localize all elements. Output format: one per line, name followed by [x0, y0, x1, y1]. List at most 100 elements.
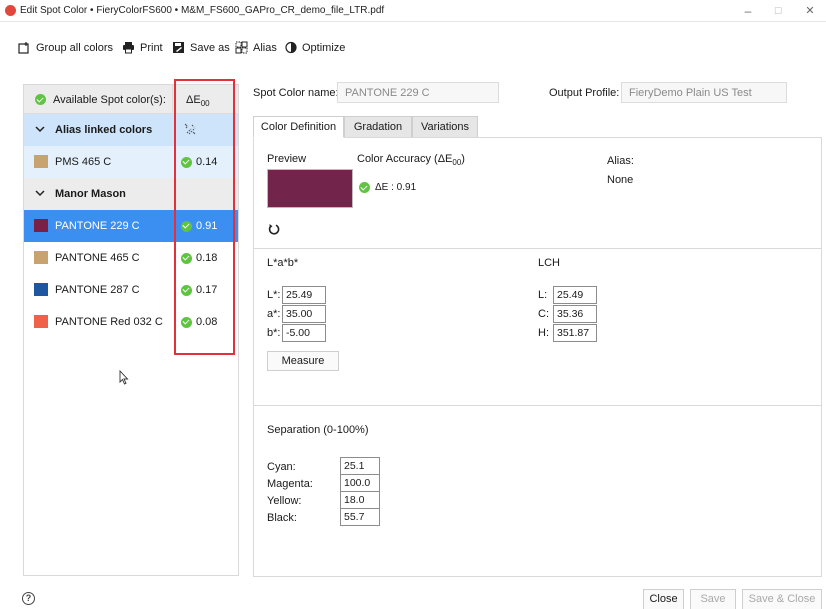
- check-icon: [35, 94, 46, 105]
- lch-c-input[interactable]: 35.36: [553, 305, 597, 323]
- lch-h-input[interactable]: 351.87: [553, 324, 597, 342]
- yellow-input[interactable]: 18.0: [340, 491, 380, 509]
- accuracy-value: ΔE : 0.91: [359, 182, 416, 193]
- lab-a-label: a*:: [267, 308, 281, 320]
- lab-section-title: L*a*b*: [267, 257, 299, 269]
- delta-e-value: 0.14: [181, 156, 217, 168]
- alias-value: None: [607, 174, 634, 186]
- spot-color-name: PANTONE 465 C: [55, 252, 140, 264]
- group-all-colors-button[interactable]: Group all colors: [18, 41, 113, 54]
- output-profile-field[interactable]: FieryDemo Plain US Test: [621, 82, 787, 103]
- check-icon: [181, 316, 192, 328]
- lab-l-label: L*:: [267, 289, 281, 301]
- group-icon: [18, 42, 29, 54]
- available-spot-colors-label: Available Spot color(s):: [53, 94, 166, 106]
- alias-label: Alias: [253, 41, 277, 54]
- magenta-label: Magenta:: [267, 478, 313, 490]
- lab-b-label: b*:: [267, 327, 281, 339]
- section-divider: [254, 405, 821, 406]
- list-item-pantone-red-032-c[interactable]: PANTONE Red 032 C 0.08: [24, 306, 238, 338]
- spot-color-name-label: Spot Color name:: [253, 87, 339, 99]
- color-swatch: [34, 251, 48, 264]
- black-label: Black:: [267, 512, 297, 524]
- print-label: Print: [140, 41, 163, 54]
- lch-h-label: H:: [538, 327, 549, 339]
- measure-button[interactable]: Measure: [267, 351, 339, 371]
- color-accuracy-label: Color Accuracy (ΔE00): [357, 153, 465, 168]
- close-button[interactable]: Close: [643, 589, 684, 609]
- save-button[interactable]: Save: [690, 589, 736, 609]
- title-bar: Edit Spot Color • FieryColorFS600 • M&M_…: [0, 0, 826, 22]
- group-all-colors-label: Group all colors: [36, 41, 114, 54]
- group-header-manor-mason[interactable]: Manor Mason: [24, 178, 238, 210]
- yellow-label: Yellow:: [267, 495, 302, 507]
- preview-swatch: [267, 169, 353, 208]
- group-name: Alias linked colors: [55, 124, 153, 136]
- color-swatch: [34, 283, 48, 296]
- lch-section-title: LCH: [538, 257, 561, 269]
- minimize-button[interactable]: –: [733, 0, 763, 22]
- column-divider: [172, 85, 173, 114]
- maximize-button[interactable]: ☐: [763, 0, 793, 22]
- save-as-button[interactable]: Save as: [172, 41, 230, 54]
- color-swatch: [34, 315, 48, 328]
- list-item-pantone-229-c[interactable]: PANTONE 229 C 0.91: [24, 210, 238, 242]
- app-icon: [5, 5, 16, 16]
- delta-e-value: 0.18: [181, 252, 217, 264]
- optimize-button[interactable]: Optimize: [285, 41, 345, 54]
- chevron-down-icon: [35, 126, 45, 133]
- spot-color-name: PMS 465 C: [55, 156, 112, 168]
- spot-list-header: Available Spot color(s): ΔE00: [24, 85, 238, 114]
- spot-color-name-field[interactable]: PANTONE 229 C: [337, 82, 499, 103]
- tab-color-definition[interactable]: Color Definition: [253, 116, 344, 138]
- lab-l-input[interactable]: 25.49: [282, 286, 326, 304]
- chevron-down-icon: [35, 190, 45, 197]
- delta-e-column-header[interactable]: ΔE00: [186, 94, 210, 108]
- spot-color-list: Available Spot color(s): ΔE00 Alias link…: [23, 84, 239, 576]
- cyan-input[interactable]: 25.1: [340, 457, 380, 475]
- check-icon: [181, 220, 192, 232]
- tab-variations[interactable]: Variations: [412, 116, 478, 138]
- black-input[interactable]: 55.7: [340, 508, 380, 526]
- spot-color-name: PANTONE Red 032 C: [55, 316, 163, 328]
- lab-b-input[interactable]: -5.00: [282, 324, 326, 342]
- mouse-cursor-icon: [119, 370, 129, 385]
- list-item-pms-465-c[interactable]: PMS 465 C 0.14: [24, 146, 238, 178]
- save-and-close-button[interactable]: Save & Close: [742, 589, 822, 609]
- delta-e-value: 0.17: [181, 284, 217, 296]
- printer-icon: [123, 42, 134, 54]
- magenta-input[interactable]: 100.0: [340, 474, 380, 492]
- check-icon: [181, 284, 192, 296]
- save-as-icon: [173, 42, 184, 53]
- print-button[interactable]: Print: [122, 41, 163, 54]
- delta-e-value: 0.91: [181, 220, 217, 232]
- alias-button[interactable]: Alias: [235, 41, 277, 54]
- preview-label: Preview: [267, 153, 307, 165]
- output-profile-label: Output Profile:: [549, 87, 620, 99]
- list-item-pantone-287-c[interactable]: PANTONE 287 C 0.17: [24, 274, 238, 306]
- toolbar: Group all colors Print Save as Alias Opt…: [0, 33, 826, 59]
- unlink-icon[interactable]: [183, 122, 197, 136]
- list-item-pantone-465-c[interactable]: PANTONE 465 C 0.18: [24, 242, 238, 274]
- alias-label: Alias:: [607, 155, 634, 167]
- group-name: Manor Mason: [55, 188, 126, 200]
- group-header-alias-linked-colors[interactable]: Alias linked colors: [24, 114, 238, 146]
- spot-color-name: PANTONE 287 C: [55, 284, 140, 296]
- delta-e-value: 0.08: [181, 316, 217, 328]
- separation-section-title: Separation (0-100%): [267, 424, 369, 436]
- optimize-label: Optimize: [302, 41, 346, 54]
- reset-icon[interactable]: [268, 223, 280, 235]
- close-window-button[interactable]: ✕: [795, 0, 825, 22]
- lch-l-label: L:: [538, 289, 548, 301]
- cyan-label: Cyan:: [267, 461, 296, 473]
- lab-a-input[interactable]: 35.00: [282, 305, 326, 323]
- section-divider: [254, 248, 821, 249]
- lch-c-label: C:: [538, 308, 549, 320]
- tab-gradation[interactable]: Gradation: [344, 116, 412, 138]
- color-swatch: [34, 219, 48, 232]
- help-icon[interactable]: ?: [22, 592, 35, 605]
- check-icon: [359, 182, 370, 193]
- save-as-label: Save as: [190, 41, 230, 54]
- optimize-icon: [285, 41, 297, 54]
- lch-l-input[interactable]: 25.49: [553, 286, 597, 304]
